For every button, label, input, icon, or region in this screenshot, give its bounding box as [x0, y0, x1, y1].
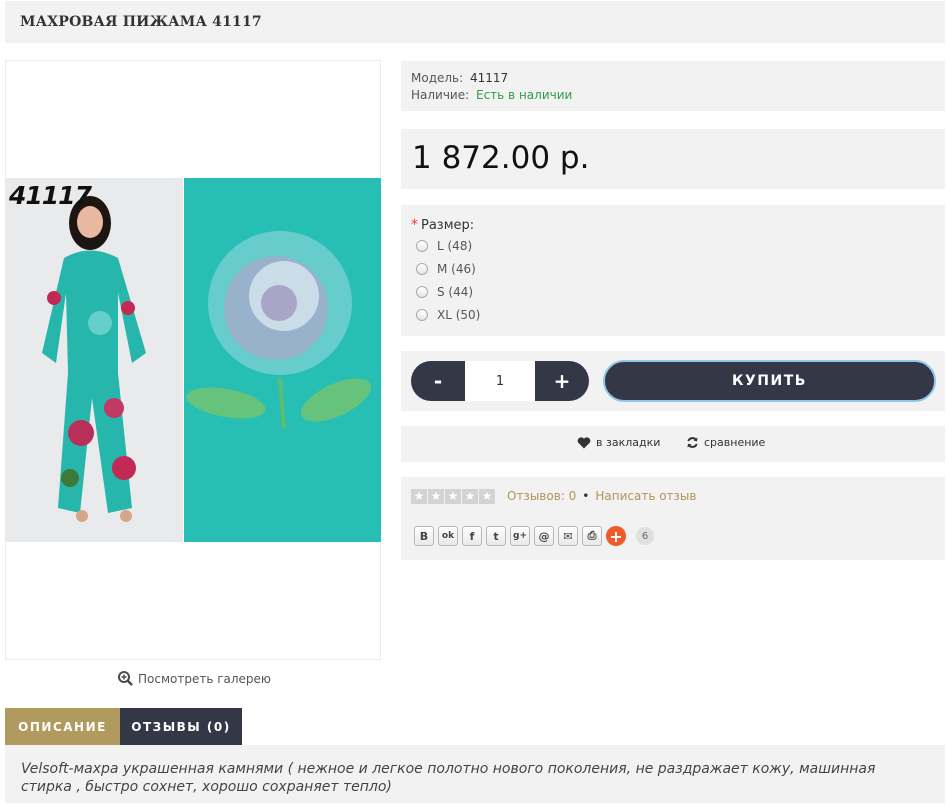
model-label: Модель:	[411, 71, 464, 85]
email-icon[interactable]: ✉	[558, 526, 578, 546]
heart-icon	[577, 436, 591, 448]
share-count-badge: 6	[636, 527, 654, 545]
page-title: МАХРОВАЯ ПИЖАМА 41117	[20, 14, 262, 30]
facebook-icon[interactable]: f	[462, 526, 482, 546]
quantity-increase-button[interactable]: +	[535, 361, 589, 401]
size-option-label: S (44)	[437, 285, 474, 299]
model-value: 41117	[470, 71, 509, 85]
twitter-icon[interactable]: t	[486, 526, 506, 546]
required-mark: *	[411, 217, 418, 233]
star-icon: ★	[411, 489, 427, 504]
product-photo-detail	[184, 178, 381, 542]
quantity-stepper: - 1 +	[411, 361, 589, 401]
model-illustration	[42, 196, 146, 522]
product-tabs: ОПИСАНИЕ ОТЗЫВЫ (0)	[5, 708, 242, 745]
google-plus-icon[interactable]: g+	[510, 526, 530, 546]
size-option-l[interactable]: L (48)	[416, 239, 472, 253]
size-option-label: L (48)	[437, 239, 473, 253]
product-image-box[interactable]: 41117	[5, 60, 381, 660]
quantity-input[interactable]: 1	[465, 361, 535, 401]
odnoklassniki-icon[interactable]: ok	[438, 526, 458, 546]
size-option-xl[interactable]: XL (50)	[416, 308, 480, 322]
star-icon: ★	[445, 489, 461, 504]
size-option-s[interactable]: S (44)	[416, 285, 473, 299]
star-icon: ★	[479, 489, 495, 504]
tab-description[interactable]: ОПИСАНИЕ	[5, 708, 120, 745]
availability-value: Есть в наличии	[476, 88, 573, 102]
description-panel: Velsoft-махра украшенная камнями ( нежно…	[5, 745, 945, 803]
product-photo-model: 41117	[6, 178, 183, 542]
rating-stars: ★ ★ ★ ★ ★	[411, 489, 495, 504]
size-label: * Размер:	[411, 217, 474, 233]
bookmarks-label: в закладки	[596, 436, 661, 449]
price-box: 1 872.00 р.	[401, 129, 945, 189]
product-actions: в закладки сравнение	[401, 426, 945, 462]
product-image[interactable]: 41117	[6, 178, 381, 542]
size-option-label: XL (50)	[437, 308, 481, 322]
view-gallery-link[interactable]: Посмотреть галерею	[118, 671, 271, 686]
reviews-count-link[interactable]: Отзывов: 0	[507, 489, 576, 503]
zoom-in-icon	[118, 671, 133, 686]
cart-box: - 1 + КУПИТЬ	[401, 351, 945, 411]
buy-button[interactable]: КУПИТЬ	[603, 360, 936, 402]
mail-at-icon[interactable]: @	[534, 526, 554, 546]
product-code-overlay: 41117	[9, 181, 92, 210]
size-label-text: Размер:	[421, 218, 475, 233]
write-review-link[interactable]: Написать отзыв	[595, 489, 696, 503]
rose-rhinestone-illustration	[186, 231, 372, 429]
radio-button[interactable]	[416, 263, 428, 275]
reviews-share-box: ★ ★ ★ ★ ★ Отзывов: 0 • Написать отзыв B …	[401, 477, 945, 560]
radio-button[interactable]	[416, 286, 428, 298]
share-buttons: B ok f t g+ @ ✉ ⎙ + 6	[414, 526, 654, 546]
compare-label: сравнение	[704, 436, 766, 449]
print-icon[interactable]: ⎙	[582, 526, 602, 546]
tab-reviews[interactable]: ОТЗЫВЫ (0)	[120, 708, 242, 745]
review-links: Отзывов: 0 • Написать отзыв	[507, 489, 696, 503]
size-option-label: M (46)	[437, 262, 476, 276]
share-more-icon[interactable]: +	[606, 526, 626, 546]
add-to-compare-link[interactable]: сравнение	[686, 436, 765, 449]
title-bar: МАХРОВАЯ ПИЖАМА 41117	[5, 1, 945, 43]
vk-icon[interactable]: B	[414, 526, 434, 546]
size-options: * Размер: L (48) M (46) S (44) XL (50)	[401, 205, 945, 336]
star-icon: ★	[462, 489, 478, 504]
add-to-bookmarks-link[interactable]: в закладки	[577, 436, 660, 449]
quantity-decrease-button[interactable]: -	[411, 361, 465, 401]
star-icon: ★	[428, 489, 444, 504]
radio-button[interactable]	[416, 240, 428, 252]
view-gallery-label: Посмотреть галерею	[138, 671, 272, 686]
radio-button[interactable]	[416, 309, 428, 321]
refresh-icon	[687, 437, 698, 448]
description-text: Velsoft-махра украшенная камнями ( нежно…	[21, 761, 876, 795]
availability-label: Наличие:	[411, 88, 470, 102]
separator-dot: •	[582, 489, 590, 503]
size-option-m[interactable]: M (46)	[416, 262, 476, 276]
product-info: Модель: 41117 Наличие: Есть в наличии	[401, 61, 945, 111]
product-price: 1 872.00 р.	[412, 140, 590, 176]
